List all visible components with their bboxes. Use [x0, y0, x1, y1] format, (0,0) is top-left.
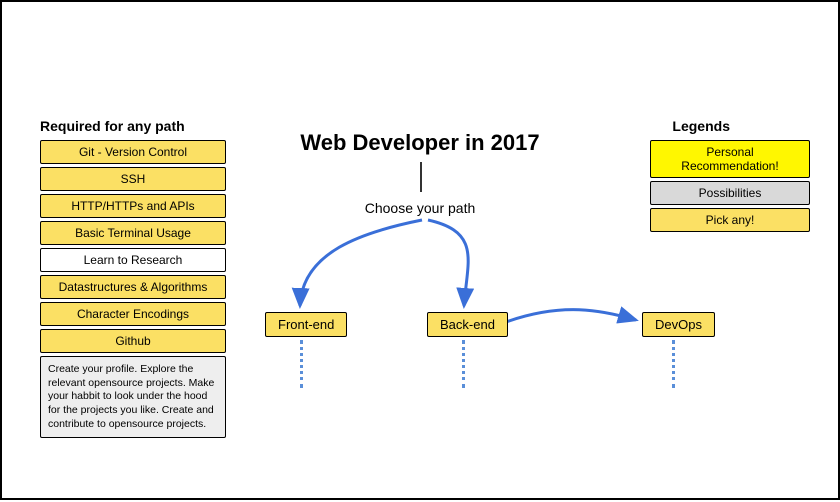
required-item: SSH: [40, 167, 226, 191]
legend-item: Possibilities: [650, 181, 810, 205]
github-description: Create your profile. Explore the relevan…: [40, 356, 226, 438]
legend-item: Personal Recommendation!: [650, 140, 810, 178]
path-frontend: Front-end: [265, 312, 347, 337]
title-connector-line: [420, 162, 422, 192]
dots-backend: [462, 340, 465, 388]
legend-item: Pick any!: [650, 208, 810, 232]
required-item: Learn to Research: [40, 248, 226, 272]
legends-list: Personal Recommendation! Possibilities P…: [650, 140, 810, 232]
path-backend: Back-end: [427, 312, 508, 337]
required-list: Git - Version Control SSH HTTP/HTTPs and…: [40, 140, 226, 438]
path-devops: DevOps: [642, 312, 715, 337]
required-item: Git - Version Control: [40, 140, 226, 164]
choose-path-label: Choose your path: [365, 200, 476, 216]
required-heading: Required for any path: [40, 118, 185, 134]
dots-frontend: [300, 340, 303, 388]
page-title: Web Developer in 2017: [300, 130, 539, 156]
legends-heading: Legends: [672, 118, 730, 134]
required-item: Basic Terminal Usage: [40, 221, 226, 245]
dots-devops: [672, 340, 675, 388]
required-item: Datastructures & Algorithms: [40, 275, 226, 299]
required-item: HTTP/HTTPs and APIs: [40, 194, 226, 218]
required-item: Character Encodings: [40, 302, 226, 326]
required-item: Github: [40, 329, 226, 353]
